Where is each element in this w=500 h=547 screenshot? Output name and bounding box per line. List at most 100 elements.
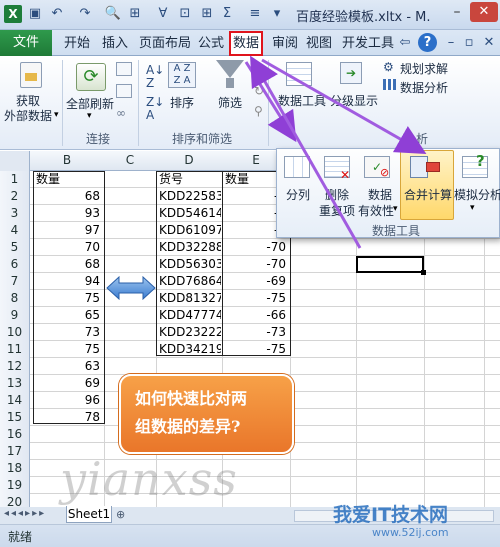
filter-quick-icon[interactable]: ∀ [154, 5, 172, 23]
tab-insert[interactable]: 插入 [102, 34, 128, 54]
table-cell[interactable]: 75 [36, 341, 102, 358]
insert-sheet-icon[interactable]: ⊕ [116, 508, 125, 521]
table-cell[interactable]: KDD32288 [159, 239, 221, 256]
reapply-icon[interactable]: ↻ [254, 84, 264, 98]
table-cell[interactable]: 70 [36, 239, 102, 256]
remove-duplicates-label-1[interactable]: 删除 [325, 186, 349, 203]
text-to-columns-icon[interactable] [284, 156, 310, 178]
row-header[interactable]: 11 [0, 341, 30, 358]
data-validation-label-1[interactable]: 数据 [368, 186, 392, 203]
table-cell[interactable]: KDD61097 [159, 222, 221, 239]
table-cell[interactable]: KDD54614 [159, 205, 221, 222]
column-header-c[interactable]: C [104, 153, 156, 169]
sort-dialog-icon[interactable]: A ZZ A [168, 62, 196, 88]
clear-filter-icon[interactable]: ✕ [254, 64, 264, 78]
table-cell[interactable]: 78 [36, 409, 102, 426]
refresh-all-button[interactable]: 全部刷新 [66, 95, 114, 112]
filter-button[interactable]: 筛选 [218, 94, 242, 111]
row-header[interactable]: 12 [0, 358, 30, 375]
tab-review[interactable]: 审阅 [272, 34, 298, 54]
row-header[interactable]: 18 [0, 460, 30, 477]
properties-icon[interactable] [116, 84, 132, 98]
row-header[interactable]: 2 [0, 188, 30, 205]
print-preview-icon[interactable]: 🔍 [104, 5, 122, 23]
save-icon[interactable]: ▣ [26, 5, 44, 23]
align-icon[interactable]: ≡ [246, 5, 264, 23]
get-external-data-label-2[interactable]: 外部数据 [4, 107, 52, 124]
solver-button[interactable]: 规划求解 [400, 60, 448, 77]
outline-button[interactable]: 分级显示 [330, 92, 378, 109]
data-tools-icon[interactable] [286, 62, 312, 86]
table-cell[interactable]: 63 [36, 358, 102, 375]
table-cell[interactable]: 73 [36, 324, 102, 341]
tab-file[interactable]: 文件 [0, 30, 52, 56]
close-button[interactable]: ✕ [470, 2, 498, 22]
window-close-icon[interactable]: ✕ [480, 34, 498, 52]
row-header[interactable]: 3 [0, 205, 30, 222]
sum-icon[interactable]: Σ [218, 5, 236, 23]
row-header[interactable]: 17 [0, 443, 30, 460]
table-cell[interactable]: 96 [36, 392, 102, 409]
table-cell[interactable]: -70 [225, 256, 288, 273]
row-header[interactable]: 4 [0, 222, 30, 239]
undo-icon[interactable]: ↶ [48, 5, 66, 23]
table-cell[interactable]: -70 [225, 239, 288, 256]
tab-home[interactable]: 开始 [64, 34, 90, 54]
cell-d1-header[interactable]: 货号 [159, 171, 221, 188]
table-cell[interactable]: -69 [225, 273, 288, 290]
customize-qat-icon[interactable]: ▾ [268, 5, 286, 23]
border-icon[interactable]: ⊡ [176, 5, 194, 23]
tab-developer[interactable]: 开发工具 [342, 34, 394, 54]
table-cell[interactable]: KDD56303 [159, 256, 221, 273]
table-cell[interactable]: 68 [36, 188, 102, 205]
filter-funnel-icon[interactable] [216, 60, 244, 78]
table-cell[interactable]: KDD81327 [159, 290, 221, 307]
edit-links-icon[interactable]: ∞ [116, 106, 132, 120]
table-cell[interactable]: 69 [36, 375, 102, 392]
redo-icon[interactable]: ↷ [76, 5, 94, 23]
table-cell[interactable]: KDD23222 [159, 324, 221, 341]
text-to-columns-button[interactable]: 分列 [286, 186, 310, 203]
window-minimize-icon[interactable]: – [442, 34, 460, 52]
minimize-button[interactable]: – [446, 4, 468, 22]
what-if-analysis-button[interactable]: 模拟分析 [454, 186, 500, 203]
row-header[interactable]: 16 [0, 426, 30, 443]
table-cell[interactable]: KDD47774 [159, 307, 221, 324]
remove-duplicates-label-2[interactable]: 重复项 [319, 202, 355, 219]
copy-format-icon[interactable]: ⊞ [126, 5, 144, 23]
window-restore-icon[interactable]: ▫ [460, 34, 478, 52]
row-header[interactable]: 10 [0, 324, 30, 341]
row-header[interactable]: 7 [0, 273, 30, 290]
column-header-d[interactable]: D [156, 153, 222, 169]
sheet-tab-sheet1[interactable]: Sheet1 [66, 506, 112, 523]
sort-ascending-icon[interactable]: A↓ Z [146, 64, 164, 90]
tab-view[interactable]: 视图 [306, 34, 332, 54]
table-cell[interactable]: -66 [225, 307, 288, 324]
data-validation-label-2[interactable]: 有效性 [358, 202, 394, 219]
advanced-filter-icon[interactable]: ⚲ [254, 104, 263, 118]
active-cell[interactable] [356, 256, 424, 273]
grid-icon[interactable]: ⊞ [198, 5, 216, 23]
table-cell[interactable]: KDD34219 [159, 341, 221, 358]
row-header[interactable]: 15 [0, 409, 30, 426]
outline-icon[interactable]: ➔ [340, 62, 362, 84]
minimize-ribbon-icon[interactable]: ⇦ [396, 34, 414, 52]
table-cell[interactable]: -75 [225, 290, 288, 307]
sort-button[interactable]: 排序 [170, 94, 194, 111]
row-header[interactable]: 6 [0, 256, 30, 273]
tab-formulas[interactable]: 公式 [198, 34, 224, 54]
table-cell[interactable]: -75 [225, 341, 288, 358]
column-header-b[interactable]: B [30, 153, 104, 169]
row-header[interactable]: 13 [0, 375, 30, 392]
select-all-corner[interactable] [0, 151, 30, 171]
table-cell[interactable]: 94 [36, 273, 102, 290]
tab-data[interactable]: 数据 [229, 31, 263, 56]
table-cell[interactable]: 97 [36, 222, 102, 239]
cell-b1-header[interactable]: 数量 [36, 171, 102, 188]
refresh-all-icon[interactable]: ⟳ [76, 63, 106, 91]
sort-descending-icon[interactable]: Z↓ A [146, 96, 164, 122]
row-header[interactable]: 5 [0, 239, 30, 256]
table-cell[interactable]: 65 [36, 307, 102, 324]
table-cell[interactable]: -73 [225, 324, 288, 341]
table-cell[interactable]: KDD22583 [159, 188, 221, 205]
